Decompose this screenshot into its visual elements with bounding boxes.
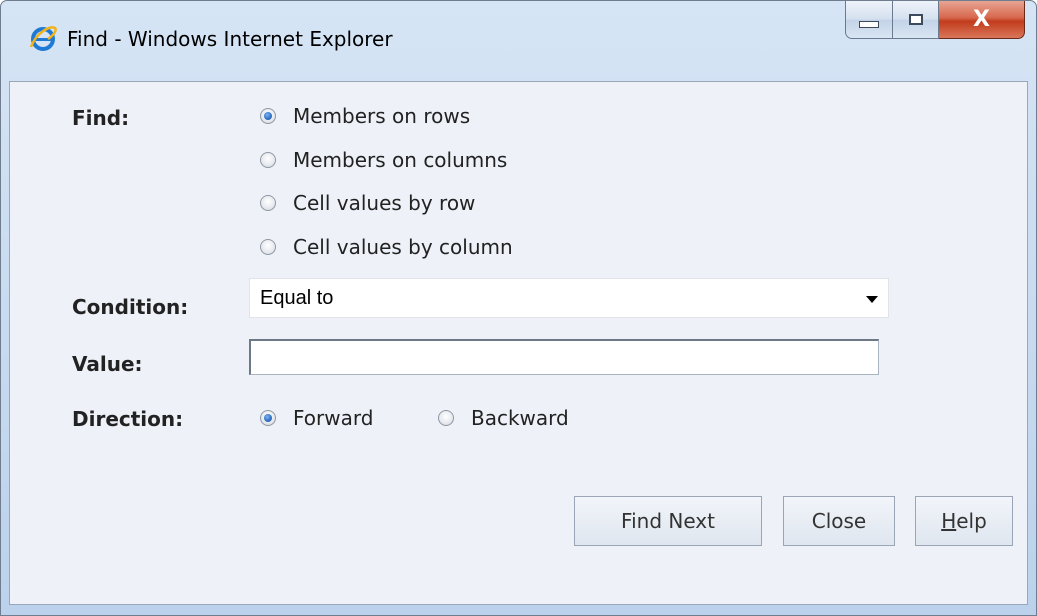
condition-label: Condition: [72, 295, 189, 319]
title-bar[interactable]: Find - Windows Internet Explorer X [1, 1, 1036, 81]
direction-option-forward[interactable]: Forward [260, 406, 373, 430]
direction-option-backward[interactable]: Backward [438, 406, 569, 430]
find-option-label: Members on rows [293, 104, 471, 128]
close-icon: X [973, 6, 990, 32]
find-option-cell-values-column[interactable]: Cell values by column [260, 235, 513, 259]
find-option-label: Members on columns [293, 148, 508, 172]
window-controls: X [845, 1, 1025, 45]
radio-forward[interactable] [260, 410, 276, 426]
close-window-button[interactable]: X [939, 1, 1025, 39]
radio-members-columns[interactable] [260, 152, 276, 168]
minimize-button[interactable] [845, 1, 893, 39]
radio-members-rows[interactable] [260, 108, 276, 124]
help-mnemonic: H [941, 509, 957, 533]
help-label-rest: elp [956, 509, 987, 533]
radio-cell-values-row[interactable] [260, 195, 276, 211]
help-button[interactable]: Help [915, 496, 1013, 546]
find-option-members-rows[interactable]: Members on rows [260, 104, 470, 128]
condition-select[interactable]: Equal to [249, 278, 889, 318]
direction-label: Direction: [72, 407, 184, 431]
direction-option-label: Forward [293, 406, 374, 430]
find-dialog-window: Find - Windows Internet Explorer X Find:… [0, 0, 1037, 616]
ie-logo-icon [29, 26, 57, 51]
radio-cell-values-column[interactable] [260, 239, 276, 255]
maximize-icon [908, 14, 923, 25]
dialog-content: Find: Members on rows Members on columns… [9, 81, 1028, 605]
find-option-label: Cell values by row [293, 191, 476, 215]
close-button[interactable]: Close [783, 496, 895, 546]
chevron-down-icon [866, 296, 878, 303]
direction-option-label: Backward [471, 406, 569, 430]
minimize-icon [859, 21, 879, 28]
condition-selected-value: Equal to [260, 287, 334, 309]
find-option-members-columns[interactable]: Members on columns [260, 148, 507, 172]
find-option-cell-values-row[interactable]: Cell values by row [260, 191, 475, 215]
window-title: Find - Windows Internet Explorer [67, 27, 393, 51]
value-label: Value: [72, 352, 143, 376]
find-next-button[interactable]: Find Next [574, 496, 762, 546]
find-option-label: Cell values by column [293, 235, 513, 259]
maximize-button[interactable] [893, 1, 939, 39]
find-label: Find: [72, 106, 130, 130]
value-input[interactable] [249, 339, 879, 375]
radio-backward[interactable] [438, 410, 454, 426]
